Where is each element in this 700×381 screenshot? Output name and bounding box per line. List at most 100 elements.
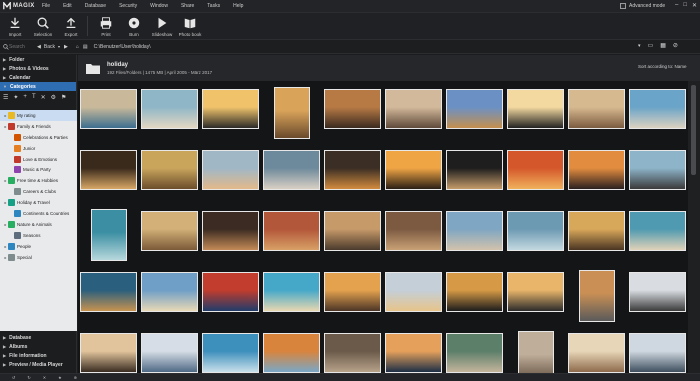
home-icon[interactable]: ⌂ bbox=[76, 44, 79, 50]
tree-item[interactable]: ▸ Holiday & Travel bbox=[0, 197, 77, 208]
photo-thumbnail[interactable] bbox=[446, 333, 503, 373]
photo-thumbnail[interactable] bbox=[446, 89, 503, 129]
photo-thumbnail[interactable] bbox=[324, 211, 381, 251]
export-button[interactable]: Export bbox=[58, 13, 84, 39]
slideshow-button[interactable]: Slideshow bbox=[149, 13, 175, 39]
photo-thumbnail[interactable] bbox=[385, 89, 442, 129]
photo-thumbnail[interactable] bbox=[568, 89, 625, 129]
menu-window[interactable]: Window bbox=[150, 3, 168, 9]
sidebar-section-folder[interactable]: ▶ Folder bbox=[0, 55, 76, 64]
settings-icon[interactable]: ⚙ bbox=[51, 94, 56, 101]
menu-security[interactable]: Security bbox=[119, 3, 137, 9]
options-icon[interactable]: ⊘ bbox=[673, 42, 678, 49]
monitor-icon[interactable]: ▭ bbox=[648, 42, 654, 49]
view-mode-icon[interactable]: ▾ bbox=[638, 43, 641, 49]
list-icon[interactable]: ☰ bbox=[3, 94, 8, 101]
import-button[interactable]: Import bbox=[2, 13, 28, 39]
back-button[interactable]: ◀ Back ▾ bbox=[37, 44, 60, 50]
rotate-right-icon[interactable]: ↻ bbox=[27, 375, 30, 380]
photo-thumbnail[interactable] bbox=[263, 211, 320, 251]
maximize-icon[interactable]: □ bbox=[683, 2, 687, 9]
photo-thumbnail[interactable] bbox=[629, 272, 686, 312]
photo-thumbnail[interactable] bbox=[80, 333, 137, 373]
photo-thumbnail[interactable] bbox=[202, 150, 259, 190]
photo-thumbnail[interactable] bbox=[629, 89, 686, 129]
tree-item[interactable]: ▸ My rating bbox=[0, 110, 77, 121]
sort-icon[interactable]: ▦ bbox=[660, 42, 666, 49]
selection-button[interactable]: Selection bbox=[30, 13, 56, 39]
zoom-icon[interactable]: ⊕ bbox=[74, 375, 77, 380]
photo-thumbnail[interactable] bbox=[629, 211, 686, 251]
burn-button[interactable]: Burn bbox=[121, 13, 147, 39]
tree-item[interactable]: ▸ Free time & Hobbies bbox=[0, 175, 77, 186]
tree-item[interactable]: Continents & Countries bbox=[0, 208, 77, 219]
star-icon[interactable]: ★ bbox=[58, 375, 62, 380]
photo-thumbnail[interactable] bbox=[629, 150, 686, 190]
photo-thumbnail[interactable] bbox=[568, 211, 625, 251]
advanced-mode-toggle[interactable]: Advanced mode bbox=[620, 3, 665, 9]
menu-database[interactable]: Database bbox=[85, 3, 106, 9]
tree-item[interactable]: ▸ Special bbox=[0, 252, 77, 263]
photo-thumbnail[interactable] bbox=[324, 333, 381, 373]
tree-item[interactable]: ▸ People bbox=[0, 241, 77, 252]
tree-item[interactable]: ▸ Family & Friends bbox=[0, 121, 77, 132]
photo-thumbnail[interactable] bbox=[202, 211, 259, 251]
delete-icon[interactable]: ✕ bbox=[41, 94, 46, 101]
sidebar-section-preview[interactable]: ▶ Preview / Media Player bbox=[0, 360, 77, 369]
sidebar-section-file-information[interactable]: ▶ File information bbox=[0, 351, 77, 360]
menu-edit[interactable]: Edit bbox=[63, 3, 72, 9]
sidebar-section-calendar[interactable]: ▶ Calendar bbox=[0, 73, 76, 82]
photo-thumbnail[interactable] bbox=[90, 209, 127, 261]
photo-thumbnail[interactable] bbox=[385, 272, 442, 312]
checkbox-icon[interactable] bbox=[620, 3, 626, 9]
photo-thumbnail[interactable] bbox=[578, 270, 615, 322]
tree-item[interactable]: Seasons bbox=[0, 230, 77, 241]
photo-thumbnail[interactable] bbox=[141, 211, 198, 251]
photo-thumbnail[interactable] bbox=[568, 150, 625, 190]
photo-thumbnail[interactable] bbox=[141, 89, 198, 129]
photo-thumbnail[interactable] bbox=[324, 150, 381, 190]
photo-thumbnail[interactable] bbox=[507, 89, 564, 129]
tree-item[interactable]: Careers & Clubs bbox=[0, 186, 77, 197]
photo-thumbnail[interactable] bbox=[507, 150, 564, 190]
sidebar-section-database[interactable]: ▶ Database bbox=[0, 333, 77, 342]
rename-icon[interactable]: T bbox=[32, 94, 36, 100]
minimize-icon[interactable]: – bbox=[675, 2, 678, 9]
scrollbar-thumb[interactable] bbox=[691, 85, 696, 175]
photo-thumbnail[interactable] bbox=[202, 89, 259, 129]
tree-item[interactable]: ▸ Nature & Animals bbox=[0, 219, 77, 230]
photo-thumbnail[interactable] bbox=[446, 211, 503, 251]
photo-thumbnail[interactable] bbox=[446, 272, 503, 312]
search-input[interactable] bbox=[9, 42, 31, 51]
sidebar-section-photos-videos[interactable]: ▶ Photos & Videos bbox=[0, 64, 76, 73]
photo-thumbnail[interactable] bbox=[80, 89, 137, 129]
menu-tasks[interactable]: Tasks bbox=[207, 3, 220, 9]
photo-thumbnail[interactable] bbox=[202, 272, 259, 312]
menu-share[interactable]: Share bbox=[181, 3, 194, 9]
sidebar-section-categories[interactable]: ▼ Categories bbox=[0, 82, 76, 91]
photo-thumbnail[interactable] bbox=[324, 89, 381, 129]
photo-thumbnail[interactable] bbox=[324, 272, 381, 312]
photo-thumbnail[interactable] bbox=[141, 333, 198, 373]
photo-thumbnail[interactable] bbox=[507, 211, 564, 251]
tag-icon[interactable]: ✦ bbox=[13, 94, 18, 101]
photo-thumbnail[interactable] bbox=[263, 272, 320, 312]
search-box[interactable] bbox=[3, 42, 33, 51]
photo-book-button[interactable]: Photo book bbox=[177, 13, 203, 39]
sort-dropdown[interactable]: Sort according to: Name bbox=[638, 64, 687, 69]
photo-thumbnail[interactable] bbox=[202, 333, 259, 373]
rotate-left-icon[interactable]: ↺ bbox=[12, 375, 15, 380]
add-icon[interactable]: + bbox=[23, 94, 27, 100]
photo-thumbnail[interactable] bbox=[385, 333, 442, 373]
tree-item[interactable]: Celebrations & Parties bbox=[0, 132, 77, 143]
photo-thumbnail[interactable] bbox=[273, 87, 310, 139]
photo-thumbnail[interactable] bbox=[385, 211, 442, 251]
photo-thumbnail[interactable] bbox=[141, 272, 198, 312]
sidebar-section-albums[interactable]: ▶ Albums bbox=[0, 342, 77, 351]
tree-item[interactable]: Music & Party bbox=[0, 164, 77, 175]
photo-thumbnail[interactable] bbox=[629, 333, 686, 373]
tree-item[interactable]: Love & Emotions bbox=[0, 154, 77, 165]
print-button[interactable]: Print bbox=[93, 13, 119, 39]
photo-thumbnail[interactable] bbox=[568, 333, 625, 373]
photo-thumbnail[interactable] bbox=[263, 333, 320, 373]
